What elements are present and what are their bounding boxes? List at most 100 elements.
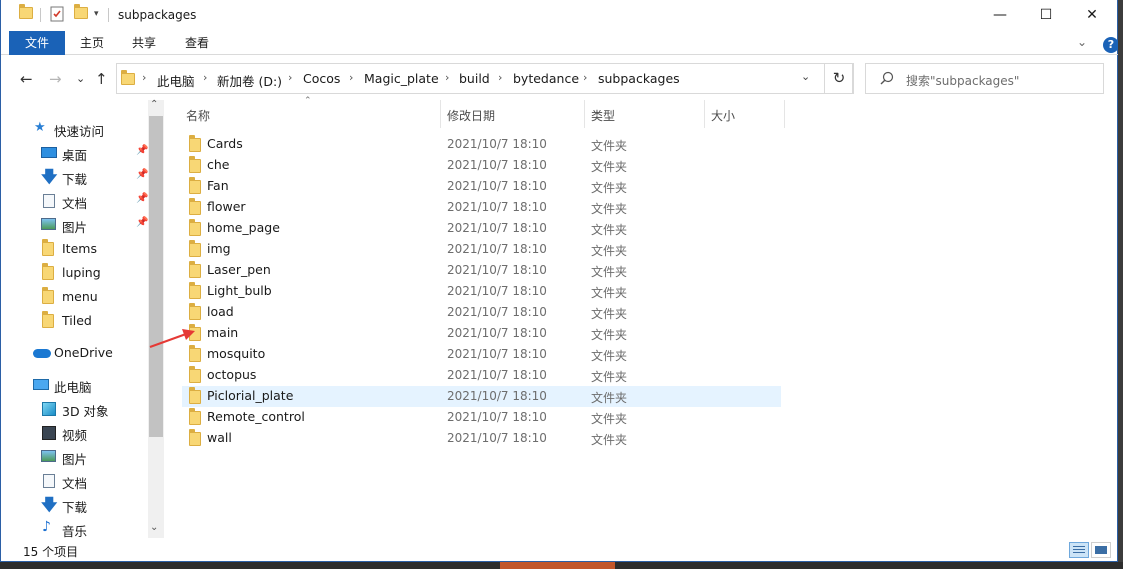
close-button[interactable]: ✕ (1069, 0, 1115, 30)
nav-pc-downloads[interactable]: 🡇 下载 (1, 494, 149, 516)
file-type: 文件夹 (591, 286, 628, 300)
properties-icon[interactable] (50, 6, 64, 25)
file-row[interactable]: Laser_pen 2021/10/7 18:10 文件夹 (182, 260, 781, 281)
file-row[interactable]: mosquito 2021/10/7 18:10 文件夹 (182, 344, 781, 365)
file-row[interactable]: che 2021/10/7 18:10 文件夹 (182, 155, 781, 176)
chevron-right-icon[interactable]: › (498, 71, 502, 84)
breadcrumb-this-pc[interactable]: 此电脑 (157, 71, 195, 90)
nav-downloads[interactable]: 🡇 下载 📌 (1, 166, 149, 188)
column-divider[interactable] (784, 100, 785, 128)
details-view-button[interactable] (1069, 542, 1089, 558)
nav-scrollbar-thumb[interactable] (149, 116, 163, 437)
customize-toolbar-icon[interactable]: ▾ (94, 9, 99, 19)
recent-locations-button[interactable]: ⌄ (76, 72, 85, 85)
nav-pc-documents[interactable]: 文档 (1, 470, 149, 492)
chevron-right-icon[interactable]: › (349, 71, 353, 84)
new-folder-icon[interactable] (74, 4, 88, 22)
column-name[interactable]: 名称 (186, 107, 210, 124)
refresh-button[interactable]: ↻ (824, 63, 854, 94)
file-name: load (207, 304, 234, 319)
file-name: home_page (207, 220, 280, 235)
nav-onedrive[interactable]: OneDrive (1, 342, 149, 364)
folder-icon (189, 303, 201, 323)
tab-home[interactable]: 主页 (80, 31, 104, 55)
address-bar[interactable]: › 此电脑 › 新加卷 (D:) › Cocos › Magic_plate ›… (116, 63, 853, 94)
file-row[interactable]: Cards 2021/10/7 18:10 文件夹 (182, 134, 781, 155)
minimize-button[interactable]: — (977, 0, 1023, 30)
nav-pc-pictures[interactable]: 图片 (1, 446, 149, 468)
column-divider[interactable] (584, 100, 585, 128)
chevron-right-icon[interactable]: › (288, 71, 292, 84)
nav-folder-luping[interactable]: luping (1, 262, 149, 284)
picture-icon (41, 450, 57, 464)
address-dropdown-icon[interactable]: ⌄ (801, 70, 810, 83)
3d-objects-icon (42, 402, 58, 416)
file-row[interactable]: Remote_control 2021/10/7 18:10 文件夹 (182, 407, 781, 428)
file-row[interactable]: Fan 2021/10/7 18:10 文件夹 (182, 176, 781, 197)
nav-pictures[interactable]: 图片 📌 (1, 214, 149, 236)
window-title: subpackages (118, 8, 197, 22)
breadcrumb-magic-plate[interactable]: Magic_plate (364, 71, 439, 86)
column-divider[interactable] (704, 100, 705, 128)
nav-folder-tiled[interactable]: Tiled (1, 310, 149, 332)
breadcrumb-drive-d[interactable]: 新加卷 (D:) (217, 71, 282, 90)
folder-icon (42, 311, 58, 328)
file-date: 2021/10/7 18:10 (447, 347, 547, 361)
breadcrumb-bytedance[interactable]: bytedance (513, 71, 579, 86)
folder-icon (189, 177, 201, 197)
nav-documents[interactable]: 文档 📌 (1, 190, 149, 212)
expand-ribbon-icon[interactable]: ⌄ (1077, 35, 1087, 49)
nav-music[interactable]: ♪ 音乐 (1, 518, 149, 540)
column-date-modified[interactable]: 修改日期 (447, 107, 495, 124)
chevron-right-icon[interactable]: › (203, 71, 207, 84)
nav-folder-items[interactable]: Items (1, 238, 149, 260)
column-type[interactable]: 类型 (591, 107, 615, 124)
folder-icon (189, 240, 201, 260)
video-icon (42, 426, 58, 440)
search-input[interactable]: 搜索"subpackages" (865, 63, 1104, 94)
chevron-right-icon[interactable]: › (445, 71, 449, 84)
back-button[interactable]: ← (20, 70, 33, 88)
divider (40, 8, 41, 22)
file-row[interactable]: load 2021/10/7 18:10 文件夹 (182, 302, 781, 323)
chevron-right-icon[interactable]: › (583, 71, 587, 84)
file-row[interactable]: wall 2021/10/7 18:10 文件夹 (182, 428, 781, 449)
file-type: 文件夹 (591, 139, 628, 153)
file-row[interactable]: flower 2021/10/7 18:10 文件夹 (182, 197, 781, 218)
tab-file[interactable]: 文件 (9, 31, 65, 55)
column-size[interactable]: 大小 (711, 107, 735, 124)
forward-button[interactable]: → (49, 70, 62, 88)
column-divider[interactable] (440, 100, 441, 128)
background-desktop (1118, 0, 1123, 569)
file-row[interactable]: octopus 2021/10/7 18:10 文件夹 (182, 365, 781, 386)
file-row[interactable]: img 2021/10/7 18:10 文件夹 (182, 239, 781, 260)
file-name: Fan (207, 178, 229, 193)
nav-quick-access[interactable]: ★ 快速访问 (1, 118, 149, 140)
nav-3d-objects[interactable]: 3D 对象 (1, 398, 149, 420)
nav-videos[interactable]: 视频 (1, 422, 149, 444)
nav-desktop[interactable]: 桌面 📌 (1, 142, 149, 164)
nav-this-pc[interactable]: 此电脑 (1, 374, 149, 396)
file-name: Cards (207, 136, 243, 151)
folder-icon (42, 287, 58, 304)
breadcrumb-subpackages[interactable]: subpackages (598, 71, 680, 86)
scroll-up-icon[interactable]: ⌃ (150, 99, 158, 110)
file-type: 文件夹 (591, 307, 628, 321)
scroll-down-icon[interactable]: ⌄ (150, 522, 158, 533)
nav-folder-menu[interactable]: menu (1, 286, 149, 308)
file-row[interactable]: main 2021/10/7 18:10 文件夹 (182, 323, 781, 344)
chevron-right-icon[interactable]: › (142, 71, 146, 84)
file-row[interactable]: home_page 2021/10/7 18:10 文件夹 (182, 218, 781, 239)
help-icon[interactable]: ? (1103, 37, 1119, 53)
tab-view[interactable]: 查看 (185, 31, 209, 55)
file-name: Laser_pen (207, 262, 271, 277)
file-row[interactable]: Piclorial_plate 2021/10/7 18:10 文件夹 (182, 386, 781, 407)
maximize-button[interactable]: ☐ (1023, 0, 1069, 30)
document-icon (43, 474, 59, 488)
breadcrumb-build[interactable]: build (459, 71, 490, 86)
file-row[interactable]: Light_bulb 2021/10/7 18:10 文件夹 (182, 281, 781, 302)
up-button[interactable]: ↑ (95, 70, 108, 88)
tab-share[interactable]: 共享 (132, 31, 156, 55)
breadcrumb-cocos[interactable]: Cocos (303, 71, 340, 86)
large-icons-view-button[interactable] (1091, 542, 1111, 558)
